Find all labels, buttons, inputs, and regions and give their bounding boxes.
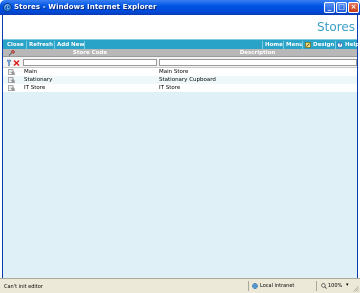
window-title: Stores - Windows Internet Explorer [14, 3, 157, 11]
column-header-description[interactable]: Description [158, 49, 357, 57]
close-button[interactable]: Close [6, 41, 25, 49]
window-title-bar[interactable]: Stores - Windows Internet Explorer _ □ × [0, 0, 360, 15]
grid-body: Main Main Store Stationary Stationary Cu… [3, 68, 357, 278]
add-new-button[interactable]: Add New [56, 41, 85, 49]
security-zone[interactable]: Local intranet [248, 281, 310, 291]
page-title: Stores [317, 20, 355, 34]
store-code-cell: Stationary [24, 77, 53, 83]
design-icon [305, 42, 311, 48]
toolbar-separator [262, 41, 263, 49]
home-button[interactable]: Home [264, 41, 284, 49]
resize-grip-icon[interactable] [352, 285, 359, 292]
minimize-button[interactable]: _ [324, 2, 335, 13]
internet-explorer-icon [3, 2, 12, 12]
close-window-button[interactable]: × [348, 2, 359, 13]
column-header-store-code[interactable]: Store Code [23, 49, 157, 57]
help-icon: ? [337, 42, 343, 48]
svg-text:?: ? [339, 43, 342, 48]
table-row[interactable]: Stationary Stationary Cupboard [3, 76, 357, 84]
edit-record-icon[interactable] [8, 77, 15, 83]
design-button[interactable]: Design [312, 41, 335, 49]
chevron-down-icon[interactable]: ▾ [346, 282, 349, 288]
store-code-cell: Main [24, 69, 38, 75]
intranet-globe-icon [252, 283, 258, 289]
toolbar-separator [84, 41, 85, 49]
toolbar-separator [26, 41, 27, 49]
table-row[interactable]: IT Store IT Store [3, 84, 357, 92]
app-header: Stores [3, 15, 357, 39]
filter-row [3, 57, 357, 68]
security-zone-label: Local intranet [260, 283, 295, 289]
refresh-button[interactable]: Refresh [28, 41, 54, 49]
status-text: Can't init editor [4, 284, 43, 290]
browser-content: Stores Close Refresh Add New Home Menu D… [2, 15, 360, 278]
toolbar: Close Refresh Add New Home Menu Design ?… [3, 39, 360, 49]
maximize-button[interactable]: □ [336, 2, 347, 13]
zoom-level: 100% [328, 283, 343, 289]
status-bar: Can't init editor Local intranet 100% ▾ [0, 278, 360, 293]
store-code-filter-input[interactable] [23, 59, 157, 66]
description-cell: Main Store [159, 69, 189, 75]
description-cell: IT Store [159, 85, 181, 91]
grid-header: Store Code Description [3, 49, 357, 57]
zoom-control[interactable]: 100% ▾ [316, 281, 356, 291]
pin-icon[interactable] [8, 50, 15, 56]
edit-record-icon[interactable] [8, 85, 15, 91]
toolbar-separator [283, 41, 284, 49]
help-button[interactable]: Help [344, 41, 360, 49]
description-cell: Stationary Cupboard [159, 77, 216, 83]
description-filter-input[interactable] [159, 59, 357, 66]
clear-filter-icon[interactable] [6, 59, 20, 67]
toolbar-separator [54, 41, 55, 49]
toolbar-separator [302, 41, 303, 49]
edit-record-icon[interactable] [8, 69, 15, 75]
table-row[interactable]: Main Main Store [3, 68, 357, 76]
toolbar-separator [335, 41, 336, 49]
zoom-icon [321, 283, 327, 289]
store-code-cell: IT Store [24, 85, 46, 91]
